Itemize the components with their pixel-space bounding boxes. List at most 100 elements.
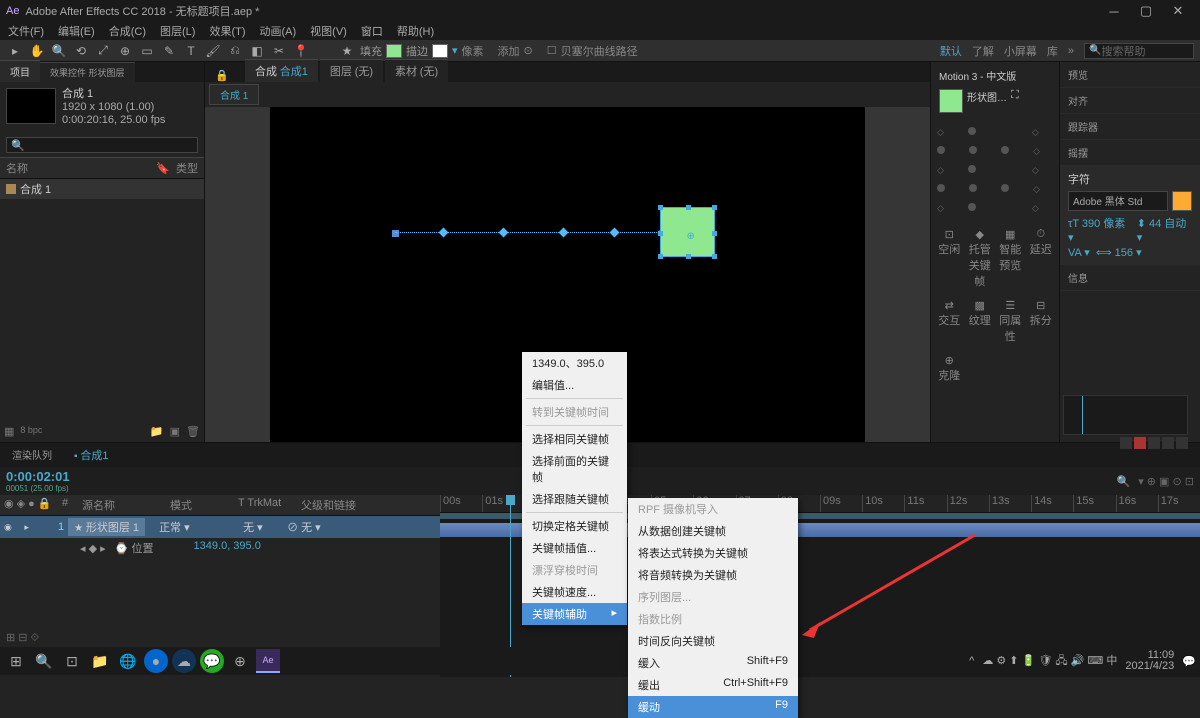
motion-tab[interactable]: Motion 3 - 中文版 — [935, 66, 1055, 85]
ctx-interp[interactable]: 关键帧插值... — [522, 537, 627, 559]
btn-interact[interactable]: ⇄交互 — [935, 295, 964, 348]
fill-swatch[interactable] — [386, 44, 402, 58]
shape-star-icon[interactable]: ★ — [338, 42, 356, 60]
bpc-icon[interactable]: ▦ — [4, 425, 14, 438]
add-label[interactable]: 添加 — [498, 43, 520, 59]
maximize-button[interactable]: ▢ — [1130, 3, 1162, 19]
pen-tool-icon[interactable]: ✎ — [160, 42, 178, 60]
tab-comp-timeline[interactable]: ▪ 合成1 — [66, 445, 116, 465]
ae-taskbar-icon[interactable]: Ae — [256, 649, 280, 673]
ctx-assist[interactable]: 关键帧辅助▸ — [522, 603, 627, 625]
fill-label[interactable]: 填充 — [360, 43, 382, 59]
sub-audio[interactable]: 将音频转换为关键帧 — [628, 564, 798, 586]
close-button[interactable]: ✕ — [1162, 3, 1194, 19]
app2-icon[interactable]: ☁ — [172, 649, 196, 673]
current-time[interactable]: 0:00:02:01 — [6, 469, 70, 484]
stroke-swatch[interactable] — [432, 44, 448, 58]
taskview-icon[interactable]: ⊡ — [60, 649, 84, 673]
selection-tool-icon[interactable]: ▸ — [6, 42, 24, 60]
new-folder-icon[interactable]: 📁 — [150, 425, 164, 438]
rect-tool-icon[interactable]: ▭ — [138, 42, 156, 60]
search-icon[interactable]: 🔍 — [32, 649, 56, 673]
shape-layer[interactable]: ⊕ — [660, 207, 715, 257]
new-comp-icon[interactable]: ▣ — [170, 425, 180, 438]
tl-opts[interactable]: ▾ ⊕ ▣ ⊙ ⊡ — [1138, 475, 1194, 488]
sub-easy-ease[interactable]: 缓动F9 — [628, 696, 798, 718]
anchor-tool-icon[interactable]: ⊕ — [116, 42, 134, 60]
tab-effectcontrols[interactable]: 效果控件 形状图层 — [40, 62, 135, 82]
project-search[interactable]: 🔍 — [6, 137, 198, 153]
mode-dropdown[interactable]: 正常 ▾ — [159, 519, 209, 535]
sub-easein[interactable]: 缓入Shift+F9 — [628, 652, 798, 674]
leading[interactable]: ⬍ 44 自动 ▾ — [1137, 215, 1192, 244]
menu-anim[interactable]: 动画(A) — [260, 23, 297, 39]
menu-comp[interactable]: 合成(C) — [109, 23, 146, 39]
font-size[interactable]: τT 390 像素 ▾ — [1068, 215, 1131, 244]
sub-expr[interactable]: 将表达式转换为关键帧 — [628, 542, 798, 564]
tag-icon[interactable]: 🔖 — [156, 162, 170, 175]
puppet-tool-icon[interactable]: 📍 — [292, 42, 310, 60]
menu-window[interactable]: 窗口 — [361, 23, 383, 39]
col-type[interactable]: 类型 — [176, 160, 198, 176]
ws-default[interactable]: 默认 — [940, 43, 962, 59]
search-help-input[interactable]: 🔍 搜索帮助 — [1084, 43, 1194, 59]
system-tray[interactable]: ^ ☁ ⚙ ⬆ 🔋 🛡 🖧 🔊 ⌨ 中 11:09 2021/4/23 💬 — [969, 650, 1196, 672]
menu-edit[interactable]: 编辑(E) — [58, 23, 95, 39]
col-parent[interactable]: 父级和链接 — [301, 497, 356, 513]
stroke-label[interactable]: 描边 — [406, 43, 428, 59]
ctx-sel-prev[interactable]: 选择前面的关键帧 — [522, 450, 627, 488]
menu-view[interactable]: 视图(V) — [310, 23, 347, 39]
eraser-tool-icon[interactable]: ◧ — [248, 42, 266, 60]
kerning[interactable]: ⟺ 156 ▾ — [1096, 246, 1142, 259]
bezier-label[interactable]: 贝塞尔曲线路径 — [561, 43, 638, 59]
notification-icon[interactable]: 💬 — [1182, 655, 1196, 668]
stroke-width[interactable]: ▾ — [452, 44, 458, 57]
sub-data[interactable]: 从数据创建关键帧 — [628, 520, 798, 542]
rotate-tool-icon[interactable]: ⤢ — [94, 42, 112, 60]
tab-project[interactable]: 项目 — [0, 60, 40, 82]
panel-align[interactable]: 对齐 — [1060, 88, 1200, 114]
btn-clone[interactable]: ⊕克隆 — [935, 350, 964, 387]
zoom-tool-icon[interactable]: 🔍 — [50, 42, 68, 60]
start-button[interactable]: ⊞ — [4, 649, 28, 673]
layer-row[interactable]: ◉ ▸ 1 ★ 形状图层 1 正常 ▾ 无 ▾ ⊘ 无 ▾ — [0, 516, 440, 538]
btn-preview[interactable]: ▦智能预览 — [996, 224, 1025, 293]
motion-path[interactable] — [395, 232, 695, 234]
ctx-edit-value[interactable]: 编辑值... — [522, 374, 627, 396]
position-value[interactable]: 1349.0, 395.0 — [194, 540, 261, 556]
anchor-icon[interactable]: ⊕ — [686, 231, 694, 242]
minimize-button[interactable]: ─ — [1098, 4, 1130, 19]
ws-small[interactable]: 小屏幕 — [1004, 43, 1037, 59]
ctx-velocity[interactable]: 关键帧速度... — [522, 581, 627, 603]
trkmat-dropdown[interactable]: 无 ▾ — [243, 519, 283, 535]
anchor-grid[interactable]: ◇◇ ◇ ◇◇ ◇ ◇◇ — [935, 123, 1055, 218]
panel-preview[interactable]: 预览 — [1060, 62, 1200, 88]
panel-tracker[interactable]: 跟踪器 — [1060, 114, 1200, 140]
ws-lib[interactable]: 库 — [1047, 43, 1058, 59]
project-row[interactable]: 合成 1 — [0, 179, 204, 199]
sub-rev[interactable]: 时间反向关键帧 — [628, 630, 798, 652]
comp-tab[interactable]: 合成 1 — [209, 84, 259, 105]
clock[interactable]: 11:09 2021/4/23 — [1125, 650, 1174, 672]
viewer-lock-icon[interactable]: 🔒 — [215, 69, 229, 82]
property-row[interactable]: ◂ ◆ ▸ ⌚ 位置 1349.0, 395.0 — [0, 538, 440, 558]
col-trkmat[interactable]: T TrkMat — [238, 497, 293, 513]
sub-easeout[interactable]: 缓出Ctrl+Shift+F9 — [628, 674, 798, 696]
btn-sameprop[interactable]: ☰同属性 — [996, 295, 1025, 348]
ws-more[interactable]: » — [1068, 45, 1074, 57]
col-mode[interactable]: 模式 — [170, 497, 230, 513]
viewer-tab-comp[interactable]: 合成 合成1 — [245, 59, 318, 82]
panel-info[interactable]: 信息 — [1060, 265, 1200, 291]
app1-icon[interactable]: ● — [144, 649, 168, 673]
toggle-switches-icon[interactable]: ⊞ ⊟ ⟐ — [6, 631, 39, 645]
btn-split[interactable]: ⊟拆分 — [1027, 295, 1056, 348]
menu-layer[interactable]: 图层(L) — [160, 23, 195, 39]
btn-idle[interactable]: ⊡空闲 — [935, 224, 964, 293]
font-dropdown[interactable]: Adobe 黑体 Std — [1068, 191, 1168, 211]
tl-search-icon[interactable]: 🔍 — [1117, 475, 1131, 488]
viewer-tab-layer[interactable]: 图层 (无) — [320, 59, 383, 82]
wechat-icon[interactable]: 💬 — [200, 649, 224, 673]
panel-wiggle[interactable]: 摇摆 — [1060, 140, 1200, 166]
ctx-toggle-hold[interactable]: 切换定格关键帧 — [522, 515, 627, 537]
mini-buttons[interactable] — [1120, 437, 1188, 449]
